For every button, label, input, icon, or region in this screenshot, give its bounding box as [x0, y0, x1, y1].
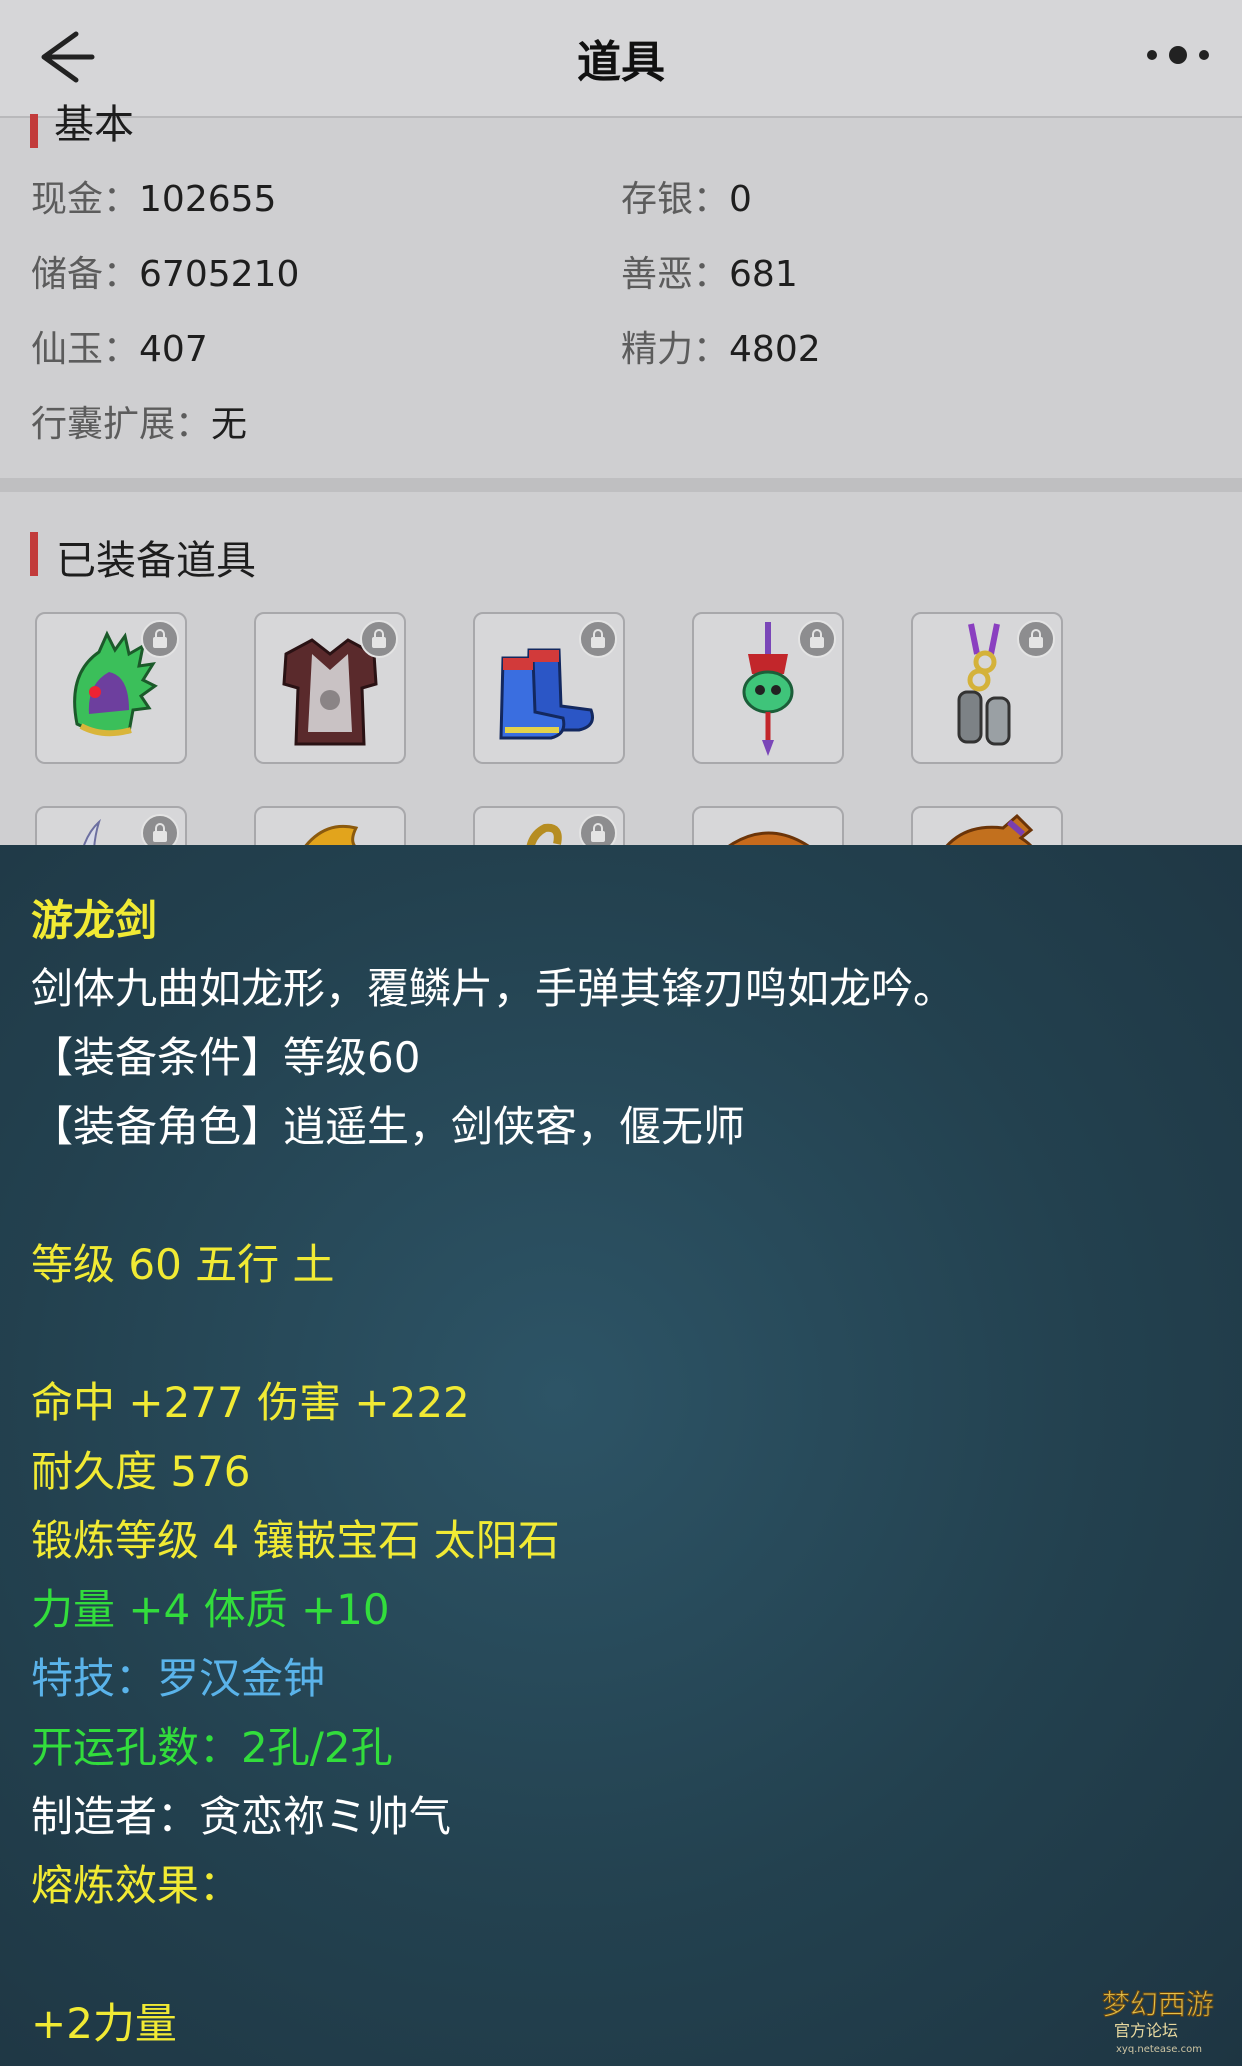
reserve-row: 储备：6705210 — [31, 245, 299, 297]
bag-expansion-label: 行囊扩展： — [31, 404, 212, 445]
karma-row: 善恶：681 — [621, 245, 798, 297]
back-arrow-icon[interactable] — [30, 22, 100, 92]
item-roles: 【装备角色】逍遥生，剑侠客，偃无师 — [31, 1102, 746, 1151]
bag-expansion-row: 行囊扩展：无 — [31, 395, 247, 447]
cash-label: 现金： — [31, 179, 140, 220]
item-durability: 耐久度 576 — [31, 1447, 251, 1496]
equip-slot-helmet[interactable] — [35, 612, 187, 764]
lock-icon — [579, 620, 617, 658]
item-forge: 锻炼等级 4 镶嵌宝石 太阳石 — [31, 1516, 560, 1565]
equip-slot-armor[interactable] — [254, 612, 406, 764]
lock-icon — [141, 620, 179, 658]
svg-text:官方论坛: 官方论坛 — [1114, 2021, 1178, 2040]
karma-label: 善恶： — [621, 254, 730, 295]
equip-slot-belt[interactable] — [911, 612, 1063, 764]
item-stats: 力量 +4 体质 +10 — [31, 1585, 390, 1634]
item-name: 游龙剑 — [31, 896, 158, 945]
item-luck-holes: 开运孔数：2孔/2孔 — [31, 1723, 393, 1772]
page-title: 道具 — [577, 37, 665, 88]
item-hit-damage: 命中 +277 伤害 +222 — [31, 1378, 470, 1427]
item-skill: 特技：罗汉金钟 — [31, 1654, 326, 1703]
equipped-items-section: 已装备道具 — [0, 492, 1242, 958]
item-maker: 制造者：贪恋祢ミ帅气 — [31, 1792, 452, 1841]
svg-text:xyq.netease.com: xyq.netease.com — [1116, 2044, 1202, 2055]
reserve-label: 储备： — [31, 254, 140, 295]
forum-logo: 梦幻西游 官方论坛 xyq.netease.com — [1102, 1988, 1215, 2056]
jade-value: 407 — [139, 329, 208, 370]
item-requirement: 【装备条件】等级60 — [31, 1033, 421, 1082]
item-description: 剑体九曲如龙形，覆鳞片，手弹其锋刃鸣如龙吟。 — [31, 964, 956, 1013]
item-smelt-bonus: +2力量 — [31, 1999, 177, 2048]
section-title-basic: 基本 — [30, 92, 134, 150]
reserve-value: 6705210 — [139, 254, 300, 295]
deposit-value: 0 — [729, 179, 752, 220]
lock-icon — [1017, 620, 1055, 658]
lock-icon — [360, 620, 398, 658]
bag-expansion-value: 无 — [211, 404, 248, 445]
item-level-element: 等级 60 五行 土 — [31, 1240, 335, 1289]
karma-value: 681 — [729, 254, 798, 295]
energy-label: 精力： — [621, 329, 730, 370]
lock-icon — [798, 620, 836, 658]
svg-text:梦幻西游: 梦幻西游 — [1102, 1988, 1214, 2021]
jade-label: 仙玉： — [31, 329, 140, 370]
energy-value: 4802 — [729, 329, 821, 370]
energy-row: 精力：4802 — [621, 320, 821, 372]
more-options-icon[interactable] — [1138, 30, 1218, 80]
item-smelt: 熔炼效果： — [31, 1861, 242, 1910]
cash-row: 现金：102655 — [31, 170, 276, 222]
deposit-row: 存银：0 — [621, 170, 752, 222]
jade-row: 仙玉：407 — [31, 320, 208, 372]
cash-value: 102655 — [139, 179, 277, 220]
equip-slot-amulet[interactable] — [692, 612, 844, 764]
basic-info-section: 基本 现金：102655 存银：0 储备：6705210 善恶：681 仙玉：4… — [0, 102, 1242, 478]
nav-bar: 道具 — [0, 0, 1242, 118]
section-divider — [0, 478, 1242, 492]
equip-slot-boots[interactable] — [473, 612, 625, 764]
section-title-equipped: 已装备道具 — [30, 528, 256, 586]
deposit-label: 存银： — [621, 179, 730, 220]
item-detail-panel: 游龙剑 剑体九曲如龙形，覆鳞片，手弹其锋刃鸣如龙吟。 【装备条件】等级60 【装… — [0, 845, 1242, 2066]
